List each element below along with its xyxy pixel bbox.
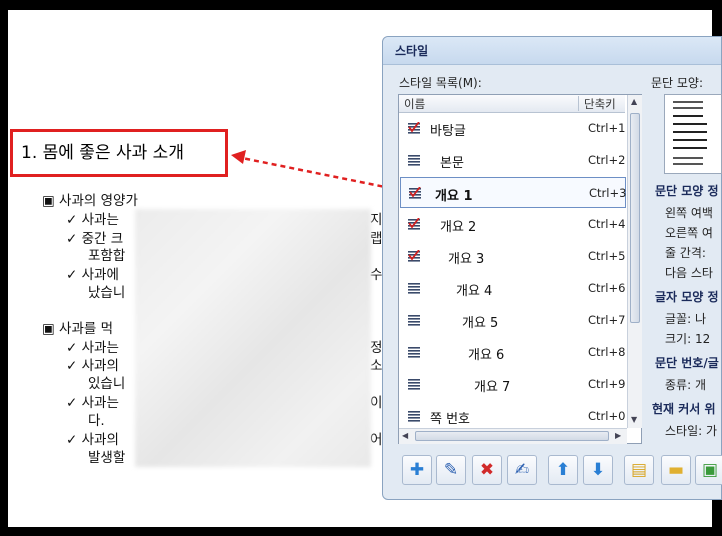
style-list-label: 스타일 목록(M): [399,76,482,90]
info-field: 크기: 12 [665,332,711,346]
edit-style-button[interactable]: ✎ [436,455,466,485]
scroll-right-arrow-icon[interactable]: ▶ [615,431,621,440]
arrow-up-icon: ⬆ [555,460,571,480]
style-name: 개요 6 [468,348,505,363]
paragraph-check-icon [408,250,420,262]
style-row[interactable]: 개요 3 Ctrl+5 [400,241,626,272]
horizontal-scrollbar[interactable]: ◀ ▶ [399,428,627,444]
paragraph-icon [408,379,420,390]
style-shortcut: Ctrl+0 [588,409,626,423]
paragraph-check-icon [408,218,420,230]
style-row[interactable]: 개요 2 Ctrl+4 [400,209,626,240]
info-section-heading: 문단 모양 정 [655,184,719,198]
move-down-button[interactable]: ⬇ [583,455,613,485]
style-name: 개요 7 [474,380,511,395]
save-button[interactable]: ▣ [695,455,722,485]
scroll-down-arrow-icon[interactable]: ▼ [631,415,637,424]
style-name: 바탕글 [430,124,466,139]
folder-export-icon: ▤ [630,460,648,480]
paragraph-preview [664,94,722,174]
style-name: 개요 1 [435,189,473,204]
list-header: 이름 단축키 [399,95,625,113]
style-name: 쪽 번호 [430,412,471,427]
style-row[interactable]: 개요 6 Ctrl+8 [400,337,626,368]
info-field: 다음 스타 [665,266,713,280]
style-shortcut: Ctrl+2 [588,153,626,167]
style-row[interactable]: 본문 Ctrl+2 [400,145,626,176]
arrow-down-icon: ⬇ [590,460,606,480]
info-field: 오른쪽 여 [665,226,713,240]
paragraph-icon [408,411,420,422]
style-shortcut: Ctrl+7 [588,313,626,327]
info-field: 글꼴: 나 [665,312,706,326]
dialog-title: 스타일 [383,37,721,65]
style-shortcut: Ctrl+5 [588,249,626,263]
vertical-scrollbar[interactable]: ▲ ▼ [627,95,642,428]
style-name: 개요 2 [440,220,477,235]
scroll-thumb[interactable] [630,113,640,323]
rename-style-button[interactable]: ✍ [507,455,537,485]
style-name: 개요 4 [456,284,493,299]
style-row[interactable]: 개요 5 Ctrl+7 [400,305,626,336]
scroll-up-arrow-icon[interactable]: ▲ [631,97,637,106]
scroll-thumb[interactable] [415,431,609,441]
scroll-left-arrow-icon[interactable]: ◀ [402,431,408,440]
info-field: 줄 간격: [665,246,706,260]
x-icon: ✖ [479,460,495,480]
paragraph-icon [408,155,420,166]
style-row[interactable]: 개요 7 Ctrl+9 [400,369,626,400]
save-icon: ▣ [701,460,719,480]
paragraph-icon [408,283,420,294]
style-name: 개요 5 [462,316,499,331]
paragraph-check-icon [409,187,421,199]
open-button[interactable]: ▬ [661,455,691,485]
column-name[interactable]: 이름 [404,96,425,112]
info-section-heading: 현재 커서 위 [652,402,716,416]
style-row[interactable]: 바탕글 Ctrl+1 [400,113,626,144]
info-field: 왼쪽 여백 [665,206,713,220]
style-shortcut: Ctrl+1 [588,121,626,135]
style-row[interactable]: 개요 4 Ctrl+6 [400,273,626,304]
preview-label: 문단 모양: [651,76,704,90]
style-shortcut: Ctrl+4 [588,217,626,231]
style-row[interactable]: 개요 1 Ctrl+3 [400,177,626,208]
pencil-icon: ✎ [443,460,459,480]
paragraph-check-icon [408,122,420,134]
info-field: 종류: 개 [665,378,706,392]
style-shortcut: Ctrl+6 [588,281,626,295]
paragraph-icon [408,347,420,358]
add-style-button[interactable]: ✚ [402,455,432,485]
style-name: 본문 [440,156,464,171]
info-section-heading: 글자 모양 정 [655,290,719,304]
info-field: 스타일: 가 [665,424,718,438]
style-name: 개요 3 [448,252,485,267]
style-list[interactable]: 이름 단축키 바탕글 Ctrl+1 본문 Ctrl+2 개요 1 Ctrl+3 개요 2 Ct… [398,94,642,444]
style-shortcut: Ctrl+8 [588,345,626,359]
plus-icon: ✚ [409,460,425,480]
style-shortcut: Ctrl+9 [588,377,626,391]
move-up-button[interactable]: ⬆ [548,455,578,485]
edit-text-icon: ✍ [514,460,530,480]
info-section-heading: 문단 번호/글 [655,356,719,370]
paragraph-icon [408,315,420,326]
folder-icon: ▬ [667,460,685,480]
import-button[interactable]: ▤ [624,455,654,485]
column-shortcut[interactable]: 단축키 [578,96,616,111]
delete-style-button[interactable]: ✖ [472,455,502,485]
style-shortcut: Ctrl+3 [589,186,627,200]
